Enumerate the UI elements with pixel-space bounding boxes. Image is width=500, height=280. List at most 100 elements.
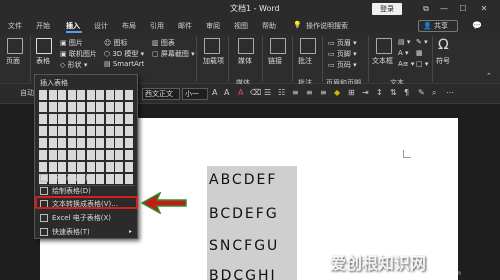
comment-button[interactable]: 批注	[298, 56, 312, 66]
align-left-icon[interactable]: ≡	[292, 88, 299, 97]
tab-review[interactable]: 审阅	[206, 21, 220, 31]
grid-cell[interactable]	[115, 102, 123, 112]
grid-cell[interactable]	[124, 150, 133, 160]
grid-cell[interactable]	[115, 162, 123, 172]
grid-cell[interactable]	[48, 126, 57, 136]
pictures-button[interactable]: ▣ 图片	[60, 38, 83, 48]
date-time-icon[interactable]: ▦	[416, 49, 423, 57]
align-right-icon[interactable]: ≡	[320, 88, 327, 97]
grid-cell[interactable]	[86, 162, 95, 172]
grid-cell[interactable]	[105, 102, 114, 112]
grid-cell[interactable]	[86, 102, 95, 112]
grid-cell[interactable]	[77, 102, 85, 112]
document-line[interactable]: ABCDEF	[209, 172, 277, 188]
grid-cell[interactable]	[48, 102, 57, 112]
grid-cell[interactable]	[124, 102, 133, 112]
grid-cell[interactable]	[67, 90, 76, 100]
tab-insert[interactable]: 插入	[66, 21, 80, 31]
bullets-icon[interactable]: ☰	[264, 88, 271, 97]
format-painter-icon[interactable]: ✎	[418, 88, 425, 97]
grid-cell[interactable]	[77, 162, 85, 172]
grid-cell[interactable]	[58, 150, 66, 160]
share-button[interactable]: 👤 共享	[418, 20, 458, 32]
tab-view[interactable]: 视图	[234, 21, 248, 31]
sort-icon[interactable]: ⇅	[390, 88, 397, 97]
grid-cell[interactable]	[124, 126, 133, 136]
online-pictures-button[interactable]: ▣ 联机图片	[60, 49, 97, 59]
grid-cell[interactable]	[67, 162, 76, 172]
object-icon[interactable]: □ ▾	[416, 60, 428, 68]
grid-cell[interactable]	[96, 90, 104, 100]
grid-cell[interactable]	[58, 90, 66, 100]
grid-cell[interactable]	[48, 114, 57, 124]
close-icon[interactable]: ✕	[478, 2, 490, 15]
chart-button[interactable]: ▥ 图表	[152, 38, 175, 48]
grid-cell[interactable]	[39, 114, 47, 124]
tab-layout[interactable]: 布局	[122, 21, 136, 31]
wordart-icon[interactable]: A ▾	[398, 49, 409, 57]
grid-cell[interactable]	[58, 114, 66, 124]
grid-cell[interactable]	[124, 90, 133, 100]
grid-cell[interactable]	[105, 126, 114, 136]
icons-button[interactable]: ☺ 图标	[104, 38, 128, 48]
font-color-icon[interactable]: A	[238, 88, 243, 97]
table-size-grid[interactable]	[39, 90, 133, 184]
textbox-button[interactable]: 文本框	[372, 56, 393, 66]
grid-cell[interactable]	[105, 138, 114, 148]
grid-cell[interactable]	[48, 90, 57, 100]
grid-cell[interactable]	[115, 126, 123, 136]
grow-font-icon[interactable]: A	[212, 88, 217, 97]
grid-cell[interactable]	[105, 90, 114, 100]
grid-cell[interactable]	[115, 138, 123, 148]
grid-cell[interactable]	[77, 114, 85, 124]
shapes-button[interactable]: ◇ 形状 ▾	[60, 60, 87, 70]
grid-cell[interactable]	[77, 150, 85, 160]
page-number-button[interactable]: ▭ 页码 ▾	[328, 60, 357, 70]
links-button[interactable]: 链接	[268, 56, 282, 66]
font-select[interactable]: 西文正文	[142, 88, 180, 100]
grid-cell[interactable]	[105, 162, 114, 172]
grid-cell[interactable]	[124, 162, 133, 172]
grid-cell[interactable]	[86, 126, 95, 136]
3d-models-button[interactable]: ⬡ 3D 模型 ▾	[104, 49, 144, 59]
font-size-select[interactable]: 小一	[182, 88, 208, 100]
footer-button[interactable]: ▭ 页脚 ▾	[328, 49, 357, 59]
tab-file[interactable]: 文件	[8, 21, 22, 31]
grid-cell[interactable]	[86, 90, 95, 100]
symbol-button[interactable]: 符号	[436, 56, 450, 66]
tab-help[interactable]: 帮助	[262, 21, 276, 31]
grid-cell[interactable]	[58, 162, 66, 172]
grid-cell[interactable]	[39, 138, 47, 148]
media-button[interactable]: 媒体	[238, 56, 252, 66]
grid-cell[interactable]	[67, 102, 76, 112]
grid-cell[interactable]	[96, 150, 104, 160]
grid-cell[interactable]	[58, 126, 66, 136]
grid-cell[interactable]	[96, 138, 104, 148]
grid-cell[interactable]	[115, 114, 123, 124]
grid-cell[interactable]	[77, 126, 85, 136]
grid-cell[interactable]	[77, 138, 85, 148]
grid-cell[interactable]	[58, 102, 66, 112]
login-button[interactable]: 登录	[372, 3, 402, 15]
document-line[interactable]: SNCFGU	[209, 238, 279, 254]
indent-icon[interactable]: ⇥	[362, 88, 369, 97]
excel-spreadsheet-item[interactable]: Excel 电子表格(X)	[36, 212, 136, 224]
grid-cell[interactable]	[96, 162, 104, 172]
document-line[interactable]: BDCGHJ	[209, 268, 277, 280]
grid-cell[interactable]	[67, 126, 76, 136]
borders-icon[interactable]: ⊞	[348, 88, 355, 97]
grid-cell[interactable]	[58, 138, 66, 148]
numbering-icon[interactable]: ☷	[278, 88, 285, 97]
maximize-icon[interactable]: ☐	[457, 2, 469, 15]
grid-cell[interactable]	[77, 90, 85, 100]
grid-cell[interactable]	[39, 90, 47, 100]
tab-design[interactable]: 设计	[94, 21, 108, 31]
more-tools-icon[interactable]: ⋯	[446, 88, 454, 97]
minimize-icon[interactable]: —	[438, 2, 450, 15]
grid-cell[interactable]	[96, 126, 104, 136]
grid-cell[interactable]	[39, 162, 47, 172]
tab-home[interactable]: 开始	[36, 21, 50, 31]
grid-cell[interactable]	[39, 102, 47, 112]
insert-table-item[interactable]: 插入表格(I)...	[36, 172, 136, 184]
smartart-button[interactable]: ▤ SmartArt	[104, 60, 144, 68]
